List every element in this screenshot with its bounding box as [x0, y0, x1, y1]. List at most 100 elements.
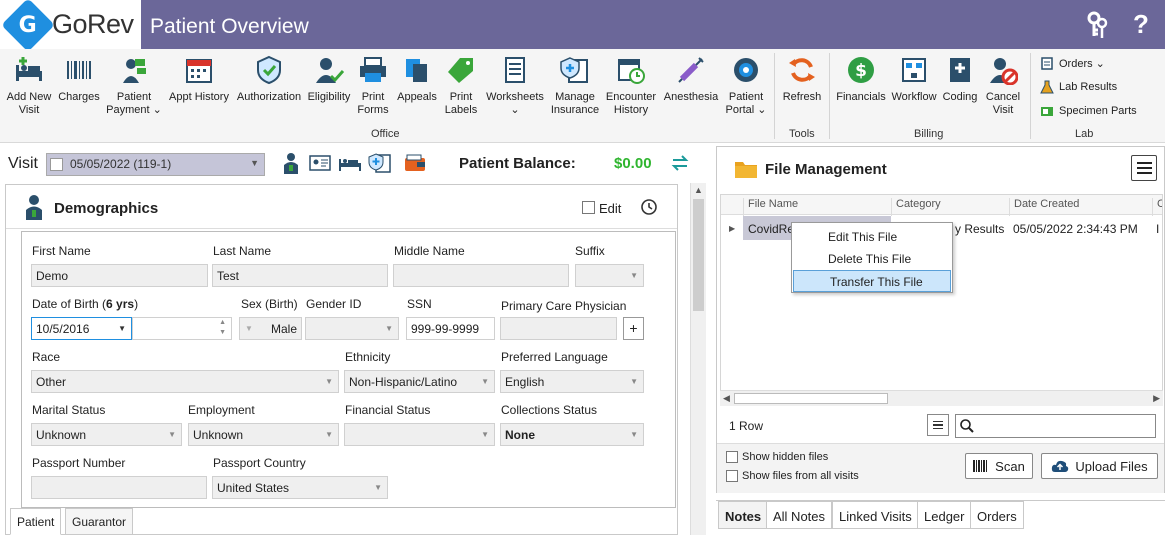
- tab-orders[interactable]: Orders: [970, 501, 1024, 529]
- expand-row-icon[interactable]: ▶: [729, 224, 735, 233]
- passport-number-field[interactable]: [31, 476, 207, 499]
- employment-select[interactable]: Unknown ▼: [188, 423, 339, 446]
- specimen-parts-button[interactable]: Specimen Parts: [1040, 104, 1137, 118]
- manage-insurance-button[interactable]: Manage Insurance: [549, 55, 601, 117]
- dob-field[interactable]: 10/5/2016 ▼: [31, 317, 132, 340]
- wallet-icon[interactable]: [403, 152, 427, 174]
- spin-down-icon[interactable]: ▼: [219, 329, 226, 336]
- charges-button[interactable]: Charges: [57, 55, 101, 104]
- keys-icon[interactable]: [1085, 10, 1109, 40]
- ssn-field[interactable]: 999-99-9999: [406, 317, 495, 340]
- ethnicity-select[interactable]: Non-Hispanic/Latino ▼: [344, 370, 495, 393]
- column-category[interactable]: Category: [891, 198, 1009, 216]
- middle-name-field[interactable]: [393, 264, 569, 287]
- cancel-visit-icon: [990, 58, 1018, 85]
- appeals-button[interactable]: Appeals: [396, 55, 438, 104]
- tab-linked-visits[interactable]: Linked Visits: [832, 501, 919, 529]
- print-labels-button[interactable]: Print Labels: [443, 55, 479, 117]
- delete-file-menu-item[interactable]: Delete This File: [792, 248, 952, 270]
- column-date-created[interactable]: Date Created: [1009, 198, 1152, 216]
- anesthesia-button[interactable]: Anesthesia: [662, 55, 720, 104]
- swap-icon[interactable]: [670, 153, 690, 173]
- spin-up-icon[interactable]: ▲: [219, 319, 226, 326]
- patient-portal-button[interactable]: Patient Portal ⌄: [723, 55, 769, 117]
- transfer-file-menu-item[interactable]: Transfer This File: [793, 270, 951, 292]
- race-select[interactable]: Other ▼: [31, 370, 339, 393]
- suffix-select[interactable]: ▼: [575, 264, 644, 287]
- language-select[interactable]: English ▼: [500, 370, 644, 393]
- edit-file-menu-item[interactable]: Edit This File: [792, 226, 952, 248]
- appt-history-button[interactable]: Appt History: [167, 55, 231, 104]
- demographics-panel: Demographics Edit First Name Demo Last N…: [5, 184, 678, 535]
- tab-all-notes[interactable]: All Notes: [766, 501, 833, 529]
- scroll-right-icon[interactable]: ▶: [1153, 393, 1160, 404]
- chevron-down-icon: ▼: [245, 324, 253, 333]
- scroll-thumb[interactable]: [693, 199, 704, 311]
- tab-guarantor[interactable]: Guarantor: [65, 508, 134, 535]
- tb-label: Print: [449, 91, 473, 103]
- show-hidden-checkbox[interactable]: [726, 451, 738, 463]
- orders-dropdown[interactable]: Orders ⌄: [1040, 56, 1105, 70]
- upload-files-button[interactable]: Upload Files: [1041, 453, 1158, 479]
- scroll-thumb[interactable]: [734, 393, 888, 404]
- help-icon[interactable]: ?: [1133, 9, 1149, 40]
- worksheets-button[interactable]: Worksheets ⌄: [484, 55, 546, 117]
- financials-button[interactable]: $ Financials: [834, 55, 888, 104]
- refresh-button[interactable]: Refresh: [779, 55, 825, 104]
- print-forms-button[interactable]: Print Forms: [355, 55, 391, 117]
- logo-text: GoRev: [52, 9, 134, 39]
- vertical-scrollbar[interactable]: ▲: [690, 183, 706, 535]
- history-icon[interactable]: [640, 198, 658, 216]
- edit-checkbox[interactable]: [582, 201, 595, 214]
- bed-icon[interactable]: [338, 152, 362, 174]
- patient-payment-button[interactable]: Patient Payment ⌄: [105, 55, 163, 117]
- hamburger-menu-icon[interactable]: [1131, 155, 1157, 181]
- insurance-icon[interactable]: [368, 152, 392, 174]
- file-search-input[interactable]: [955, 414, 1156, 438]
- svg-text:$: $: [855, 61, 867, 81]
- marital-status-select[interactable]: Unknown ▼: [31, 423, 182, 446]
- last-name-field[interactable]: Test: [212, 264, 388, 287]
- tab-notes[interactable]: Notes: [718, 501, 769, 529]
- gender-id-select[interactable]: ▼: [305, 317, 399, 340]
- first-name-field[interactable]: Demo: [31, 264, 208, 287]
- specimen-icon: [1041, 107, 1053, 116]
- horizontal-scrollbar[interactable]: ◀ ▶: [720, 390, 1163, 406]
- pcp-field[interactable]: [500, 317, 617, 340]
- tab-patient[interactable]: Patient: [10, 508, 62, 535]
- column-file-name[interactable]: File Name: [743, 198, 891, 216]
- add-pcp-button[interactable]: +: [623, 317, 644, 340]
- id-card-icon[interactable]: [308, 152, 332, 174]
- pcp-label: Primary Care Physician: [501, 299, 627, 313]
- time-spinner[interactable]: ▲ ▼: [132, 317, 232, 340]
- workflow-button[interactable]: Workflow: [890, 55, 938, 104]
- cell-date-created: 05/05/2022 2:34:43 PM: [1013, 222, 1138, 236]
- sex-select[interactable]: ▼ Male: [239, 317, 302, 340]
- patient-icon[interactable]: [279, 152, 303, 174]
- tab-ledger[interactable]: Ledger: [917, 501, 972, 529]
- scroll-left-icon[interactable]: ◀: [723, 393, 730, 404]
- eligibility-button[interactable]: Eligibility: [306, 55, 352, 104]
- collections-status-select[interactable]: None ▼: [500, 423, 644, 446]
- specimen-parts-label: Specimen Parts: [1059, 105, 1137, 117]
- barcode-icon: [67, 61, 91, 79]
- add-new-visit-button[interactable]: Add New Visit: [5, 55, 53, 117]
- gorev-logo[interactable]: G GoRev: [0, 0, 141, 52]
- show-all-visits-checkbox[interactable]: [726, 470, 738, 482]
- financial-status-select[interactable]: ▼: [344, 423, 495, 446]
- column-extra[interactable]: C: [1152, 198, 1162, 216]
- tb-label: Authorization: [236, 91, 302, 103]
- lab-results-label: Lab Results: [1059, 81, 1118, 93]
- visit-select[interactable]: 05/05/2022 (119-1) ▼: [46, 153, 265, 176]
- authorization-button[interactable]: Authorization: [235, 55, 303, 104]
- scroll-up-icon[interactable]: ▲: [694, 185, 703, 195]
- cancel-visit-button[interactable]: Cancel Visit: [983, 55, 1023, 117]
- grid-header: File Name Category Date Created C: [721, 195, 1162, 216]
- encounter-history-button[interactable]: Encounter History: [604, 55, 658, 117]
- visit-checkbox[interactable]: [50, 158, 63, 171]
- scan-button[interactable]: Scan: [965, 453, 1033, 479]
- lab-results-button[interactable]: Lab Results: [1040, 80, 1117, 94]
- list-menu-icon[interactable]: [927, 414, 949, 436]
- passport-country-select[interactable]: United States ▼: [212, 476, 388, 499]
- coding-button[interactable]: Coding: [941, 55, 979, 104]
